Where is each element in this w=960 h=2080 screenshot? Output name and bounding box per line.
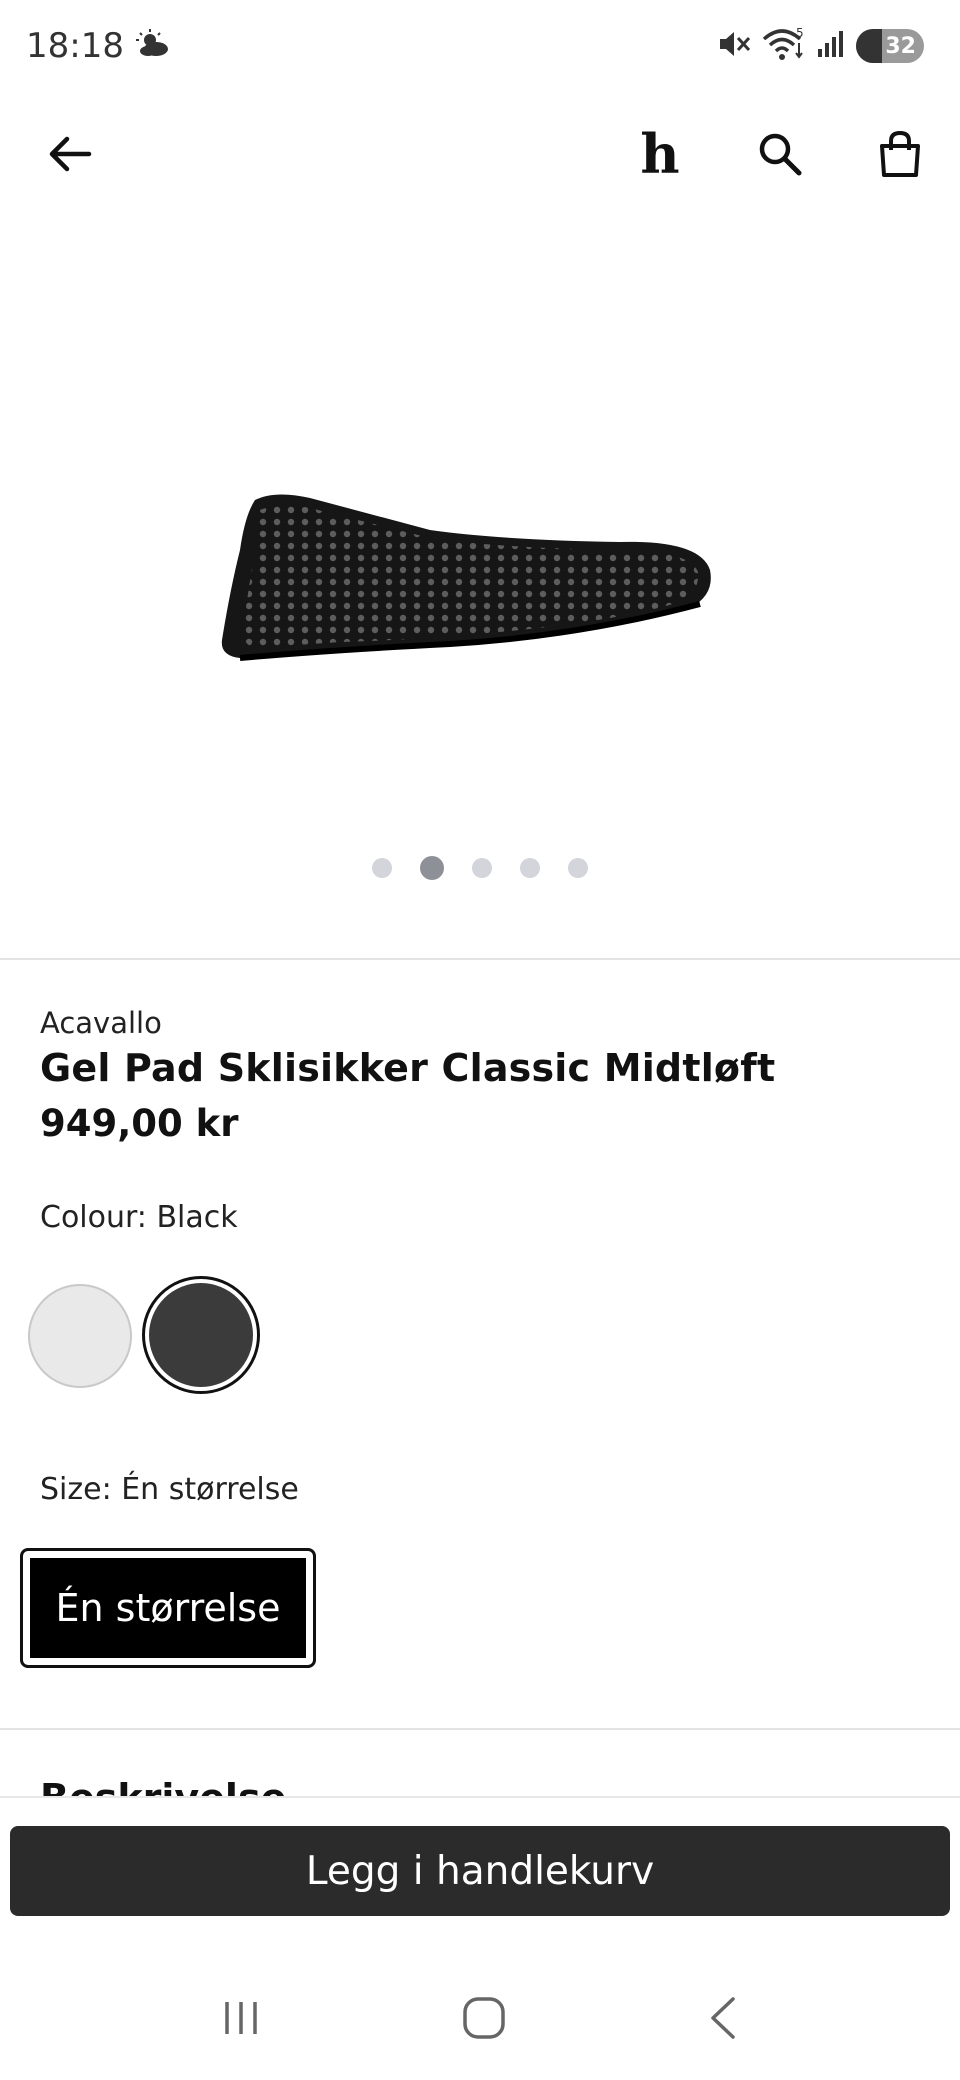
colour-swatch-black-fill (149, 1283, 253, 1387)
battery-indicator: 32 (856, 29, 924, 63)
carousel-dot[interactable] (372, 858, 392, 878)
colour-swatch-white[interactable] (28, 1284, 132, 1388)
brand-logo[interactable]: h (620, 114, 700, 194)
app-header: h (0, 110, 960, 200)
search-icon (759, 133, 802, 176)
back-button[interactable] (30, 114, 110, 194)
divider (0, 958, 960, 960)
logo-text: h (640, 122, 680, 186)
system-nav-bar (0, 1960, 960, 2080)
add-to-cart-button[interactable]: Legg i handlekurv (10, 1826, 950, 1916)
carousel-indicator (0, 856, 960, 880)
gel-pad-image (221, 494, 711, 661)
colour-label: Colour: Black (40, 1200, 238, 1235)
arrow-left-icon (49, 136, 92, 172)
carousel-dot[interactable] (568, 858, 588, 878)
product-title: Gel Pad Sklisikker Classic Midtløft (40, 1046, 776, 1090)
size-label: Size: Én størrelse (40, 1472, 299, 1507)
chevron-left-icon (711, 1997, 735, 2039)
mute-icon (718, 28, 752, 64)
carousel-dot-active[interactable] (420, 856, 444, 880)
colour-swatch-black-selected[interactable] (142, 1276, 260, 1394)
product-price: 949,00 kr (40, 1102, 239, 1145)
sticky-cart-bar: Legg i handlekurv (0, 1796, 960, 1940)
system-back-button[interactable] (705, 1995, 741, 2045)
svg-text:5: 5 (796, 27, 804, 40)
divider (0, 1728, 960, 1730)
cart-button[interactable] (860, 114, 940, 194)
home-icon (463, 1997, 505, 2039)
search-button[interactable] (740, 114, 820, 194)
weather-icon (135, 29, 170, 63)
size-option-label: Én størrelse (30, 1558, 306, 1658)
status-left: 18:18 (26, 26, 170, 66)
wifi-icon: 5 (762, 26, 806, 65)
status-bar: 18:18 5 32 (0, 0, 960, 92)
size-option-selected[interactable]: Én størrelse (20, 1548, 316, 1668)
product-brand[interactable]: Acavallo (40, 1006, 162, 1040)
recent-apps-icon (225, 2002, 257, 2034)
status-time: 18:18 (26, 26, 124, 66)
signal-icon (816, 29, 846, 63)
shopping-bag-icon (880, 130, 920, 177)
status-right: 5 32 (718, 26, 924, 65)
carousel-dot[interactable] (520, 858, 540, 878)
home-button[interactable] (461, 1995, 507, 2045)
battery-fill (856, 29, 882, 63)
battery-level: 32 (885, 33, 916, 59)
description-heading[interactable]: Beskrivelse (40, 1768, 286, 1796)
carousel-dot[interactable] (472, 858, 492, 878)
recent-apps-button[interactable] (219, 1998, 263, 2042)
